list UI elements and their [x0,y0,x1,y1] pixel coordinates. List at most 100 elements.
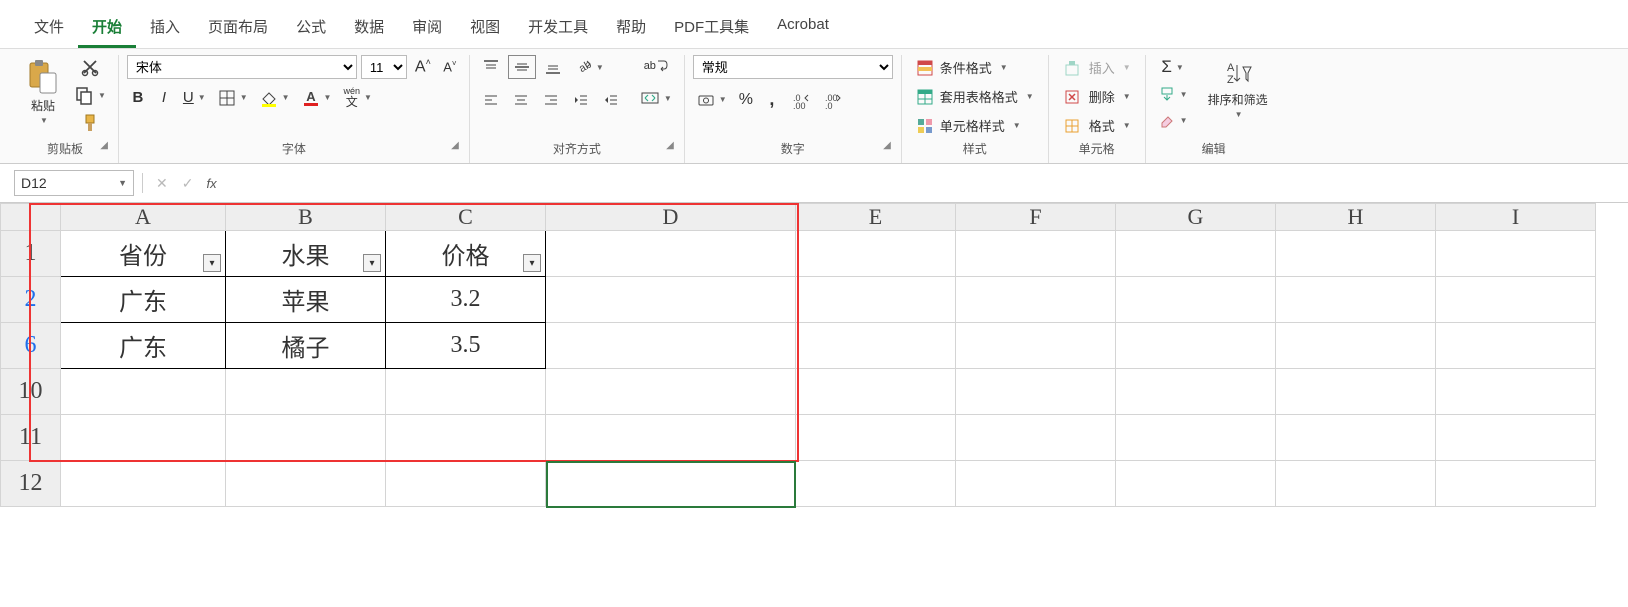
cell-G12[interactable] [1116,461,1276,507]
cell-I1[interactable] [1436,231,1596,277]
row-header-6[interactable]: 6 [1,323,61,369]
phonetic-guide-button[interactable]: wén文 ▼ [339,85,375,110]
cell-E11[interactable] [796,415,956,461]
format-cells-button[interactable]: 格式 ▼ [1057,113,1137,138]
decrease-decimal-button[interactable]: .00.0 [819,89,847,111]
col-header-H[interactable]: H [1276,204,1436,231]
fill-button[interactable]: ▼ [1154,83,1192,105]
align-left-button[interactable] [478,89,504,111]
comma-style-button[interactable]: , [761,87,783,112]
cell-G1[interactable] [1116,231,1276,277]
row-header-1[interactable]: 1 [1,231,61,277]
cell-styles-button[interactable]: 单元格样式 ▼ [910,113,1027,138]
cell-F12[interactable] [956,461,1116,507]
font-name-select[interactable]: 宋体 [127,55,357,79]
insert-cells-button[interactable]: 插入 ▼ [1057,55,1137,80]
borders-button[interactable]: ▼ [214,87,252,109]
cell-B6[interactable]: 橘子 [226,323,386,369]
cell-I2[interactable] [1436,277,1596,323]
increase-indent-button[interactable] [598,89,624,111]
copy-button[interactable]: ▼ [70,83,110,107]
sort-filter-button[interactable]: AZ 排序和筛选 ▼ [1202,55,1274,123]
cell-E10[interactable] [796,369,956,415]
select-all-corner[interactable] [1,204,61,231]
col-header-A[interactable]: A [61,204,226,231]
dialog-launcher-icon[interactable]: ◢ [100,140,108,151]
accounting-format-button[interactable]: ▼ [693,89,731,111]
filter-dropdown-icon[interactable]: ▾ [523,254,541,272]
cell-C6[interactable]: 3.5 [386,323,546,369]
clear-button[interactable]: ▼ [1154,109,1192,131]
filter-dropdown-icon[interactable]: ▾ [363,254,381,272]
orientation-button[interactable]: ab▼ [570,56,608,78]
italic-button[interactable]: I [153,87,175,109]
tab-acrobat[interactable]: Acrobat [763,8,843,48]
font-color-button[interactable]: A ▼ [298,87,336,109]
cell-A2[interactable]: 广东 [61,277,226,323]
cell-A12[interactable] [61,461,226,507]
bold-button[interactable]: B [127,87,149,109]
tab-page-layout[interactable]: 页面布局 [194,8,282,48]
cell-B2[interactable]: 苹果 [226,277,386,323]
tab-help[interactable]: 帮助 [602,8,660,48]
cell-F10[interactable] [956,369,1116,415]
decrease-indent-button[interactable] [568,89,594,111]
cell-C1[interactable]: 价格▾ [386,231,546,277]
tab-data[interactable]: 数据 [340,8,398,48]
align-center-button[interactable] [508,89,534,111]
tab-pdf-tools[interactable]: PDF工具集 [660,8,763,48]
increase-font-button[interactable]: A˄ [411,55,435,78]
col-header-D[interactable]: D [546,204,796,231]
paste-button[interactable]: 粘贴 ▼ [20,55,66,129]
dialog-launcher-icon[interactable]: ◢ [883,140,891,151]
tab-developer[interactable]: 开发工具 [514,8,602,48]
col-header-I[interactable]: I [1436,204,1596,231]
cell-A1[interactable]: 省份▾ [61,231,226,277]
row-header-2[interactable]: 2 [1,277,61,323]
cell-A10[interactable] [61,369,226,415]
cell-I11[interactable] [1436,415,1596,461]
cell-I6[interactable] [1436,323,1596,369]
cell-C10[interactable] [386,369,546,415]
cell-I10[interactable] [1436,369,1596,415]
col-header-B[interactable]: B [226,204,386,231]
cell-E2[interactable] [796,277,956,323]
cell-D2[interactable] [546,277,796,323]
cell-H11[interactable] [1276,415,1436,461]
filter-dropdown-icon[interactable]: ▾ [203,254,221,272]
row-header-11[interactable]: 11 [1,415,61,461]
align-bottom-button[interactable] [540,56,566,78]
cell-H6[interactable] [1276,323,1436,369]
name-box[interactable]: D12 ▼ [14,170,134,196]
tab-review[interactable]: 审阅 [398,8,456,48]
align-right-button[interactable] [538,89,564,111]
enter-formula-button[interactable]: ✓ [177,172,199,195]
col-header-C[interactable]: C [386,204,546,231]
tab-formulas[interactable]: 公式 [282,8,340,48]
cell-B11[interactable] [226,415,386,461]
cell-C2[interactable]: 3.2 [386,277,546,323]
cell-A11[interactable] [61,415,226,461]
cell-D10[interactable] [546,369,796,415]
cell-D1[interactable] [546,231,796,277]
font-size-select[interactable]: 11 [361,55,407,79]
decrease-font-button[interactable]: A˅ [439,56,461,78]
cell-G10[interactable] [1116,369,1276,415]
autosum-button[interactable]: Σ▼ [1154,55,1192,79]
cell-F2[interactable] [956,277,1116,323]
format-as-table-button[interactable]: 套用表格格式 ▼ [910,84,1040,109]
cell-G11[interactable] [1116,415,1276,461]
format-painter-button[interactable] [70,111,110,135]
col-header-G[interactable]: G [1116,204,1276,231]
cell-C11[interactable] [386,415,546,461]
delete-cells-button[interactable]: 删除 ▼ [1057,84,1137,109]
cell-D6[interactable] [546,323,796,369]
row-header-12[interactable]: 12 [1,461,61,507]
align-middle-button[interactable] [508,55,536,79]
fx-icon[interactable]: fx [202,176,220,191]
cell-H2[interactable] [1276,277,1436,323]
cell-B10[interactable] [226,369,386,415]
cell-F11[interactable] [956,415,1116,461]
tab-home[interactable]: 开始 [78,8,136,48]
row-header-10[interactable]: 10 [1,369,61,415]
